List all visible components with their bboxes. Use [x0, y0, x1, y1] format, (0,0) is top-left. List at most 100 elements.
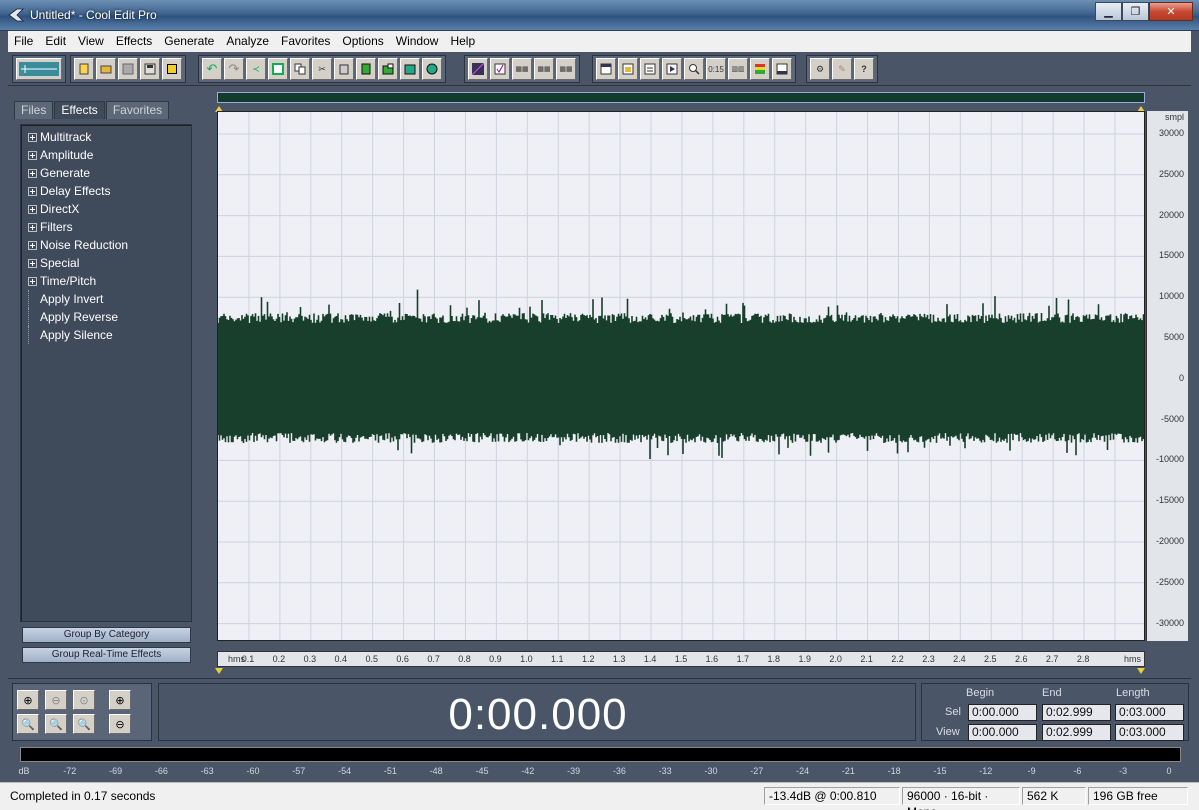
playlist-button[interactable]: [662, 58, 682, 80]
tab-effects[interactable]: Effects: [54, 101, 105, 119]
time-window-button[interactable]: 0:15: [706, 58, 726, 80]
minimize-button[interactable]: ▁: [1095, 2, 1122, 21]
cue-list-button[interactable]: [640, 58, 660, 80]
zoom-in-vertical-button[interactable]: ⊕: [109, 690, 131, 710]
copy-to-new-button[interactable]: [268, 58, 288, 80]
settings-button[interactable]: ⚙: [810, 58, 830, 80]
tree-item-amplitude[interactable]: Amplitude: [21, 146, 191, 164]
sel-length-field[interactable]: 0:03.000: [1115, 704, 1184, 721]
menu-analyze[interactable]: Analyze: [220, 31, 275, 52]
tree-item-filters[interactable]: Filters: [21, 218, 191, 236]
zoom-selection-button[interactable]: 🔍: [73, 714, 95, 734]
db-view-button[interactable]: ▦▦: [534, 58, 554, 80]
menu-file[interactable]: File: [8, 31, 39, 52]
sel-begin-field[interactable]: 0:00.000: [968, 704, 1037, 721]
group-realtime-effects-button[interactable]: Group Real-Time Effects: [22, 647, 191, 663]
level-meter-button[interactable]: [750, 58, 770, 80]
mix-paste-button[interactable]: [378, 58, 398, 80]
tree-item-noise-reduction[interactable]: Noise Reduction: [21, 236, 191, 254]
group-by-category-button[interactable]: Group By Category: [22, 627, 191, 643]
waveform-overview-bar[interactable]: [217, 92, 1145, 103]
status-format[interactable]: 96000 · 16-bit · Mono: [902, 787, 1020, 810]
tree-item-apply-silence[interactable]: Apply Silence: [21, 326, 191, 344]
view-end-field[interactable]: 0:02.999: [1042, 724, 1111, 741]
zoom-out-button[interactable]: ⊖: [45, 690, 67, 710]
save-as-button[interactable]: [140, 58, 160, 80]
menu-options[interactable]: Options: [336, 31, 389, 52]
level-meter-icon: [755, 64, 765, 74]
expand-plus-icon[interactable]: [28, 186, 37, 196]
zoom-full-button[interactable]: ⊙: [73, 690, 95, 710]
zoom-left-button[interactable]: 🔍: [17, 714, 39, 734]
expand-plus-icon[interactable]: [28, 276, 37, 286]
organizer-window-button[interactable]: [618, 58, 638, 80]
transport-icon: [776, 63, 788, 75]
menu-effects[interactable]: Effects: [110, 31, 158, 52]
expand-plus-icon[interactable]: [28, 258, 37, 268]
trim-button[interactable]: [400, 58, 420, 80]
expand-plus-icon[interactable]: [28, 132, 37, 142]
menu-favorites[interactable]: Favorites: [275, 31, 336, 52]
zoom-out-vertical-button[interactable]: ⊖: [109, 714, 131, 734]
tree-item-time-pitch[interactable]: Time/Pitch: [21, 272, 191, 290]
repeat-button[interactable]: ≺: [246, 58, 266, 80]
view-length-field[interactable]: 0:03.000: [1115, 724, 1184, 741]
insert-button[interactable]: [422, 58, 442, 80]
time-tick-label: 0.9: [489, 654, 502, 664]
paste-button[interactable]: [334, 58, 354, 80]
menu-edit[interactable]: Edit: [39, 31, 72, 52]
expand-plus-icon[interactable]: [28, 204, 37, 214]
scripts-button[interactable]: ✎: [832, 58, 852, 80]
amplitude-unit-label: smpl: [1164, 112, 1184, 122]
help-button[interactable]: ?: [854, 58, 874, 80]
redo-button[interactable]: ↷: [224, 58, 244, 80]
tree-item-multitrack[interactable]: Multitrack: [21, 128, 191, 146]
cut-button[interactable]: ✂: [312, 58, 332, 80]
save-selection-button[interactable]: [162, 58, 182, 80]
close-button[interactable]: ✕: [1149, 2, 1193, 21]
time-ruler[interactable]: hms hms 0.1 0.2 0.3 0.4 0.5 0.6 0.7 0.8 0.9 1.0 1.…: [217, 651, 1145, 667]
hz-view-button[interactable]: ▦▦: [512, 58, 532, 80]
zoom-in-button[interactable]: ⊕: [17, 690, 39, 710]
tree-item-apply-invert[interactable]: Apply Invert: [21, 290, 191, 308]
marker-bottom-left-icon[interactable]: [215, 668, 223, 674]
zoom-right-button[interactable]: 🔍: [45, 714, 67, 734]
tree-item-apply-reverse[interactable]: Apply Reverse: [21, 308, 191, 326]
tree-item-generate[interactable]: Generate: [21, 164, 191, 182]
new-file-button[interactable]: [74, 58, 94, 80]
expand-plus-icon[interactable]: [28, 168, 37, 178]
level-meter-bar[interactable]: [20, 747, 1181, 762]
expand-plus-icon[interactable]: [28, 150, 37, 160]
open-file-button[interactable]: [96, 58, 116, 80]
menu-window[interactable]: Window: [390, 31, 445, 52]
samples-view-button[interactable]: ▦▦: [556, 58, 576, 80]
save-button[interactable]: [118, 58, 138, 80]
waveform-display[interactable]: [217, 111, 1145, 641]
waveform-window-button[interactable]: [596, 58, 616, 80]
zoom-window-button[interactable]: [684, 58, 704, 80]
tree-item-directx[interactable]: DirectX: [21, 200, 191, 218]
paste-new-button[interactable]: [356, 58, 376, 80]
envelope-button[interactable]: [468, 58, 488, 80]
selection-view-panel: Begin End Length Sel 0:00.000 0:02.999 0…: [921, 683, 1189, 741]
spectral-button[interactable]: [490, 58, 510, 80]
copy-button[interactable]: [290, 58, 310, 80]
menu-generate[interactable]: Generate: [158, 31, 220, 52]
menu-help[interactable]: Help: [444, 31, 481, 52]
expand-plus-icon[interactable]: [28, 240, 37, 250]
transport-window-button[interactable]: [772, 58, 792, 80]
multitrack-toggle-button[interactable]: [16, 58, 62, 80]
undo-button[interactable]: ↶: [202, 58, 222, 80]
tree-item-delay-effects[interactable]: Delay Effects: [21, 182, 191, 200]
marker-bottom-right-icon[interactable]: [1137, 668, 1145, 674]
frequency-analysis-button[interactable]: ▥▥: [728, 58, 748, 80]
view-begin-field[interactable]: 0:00.000: [968, 724, 1037, 741]
expand-plus-icon[interactable]: [28, 222, 37, 232]
tab-favorites[interactable]: Favorites: [105, 101, 170, 119]
sel-end-field[interactable]: 0:02.999: [1042, 704, 1111, 721]
tab-files[interactable]: Files: [14, 101, 54, 119]
tree-item-label: Multitrack: [40, 130, 92, 144]
menu-view[interactable]: View: [72, 31, 110, 52]
maximize-button[interactable]: ❐: [1122, 2, 1149, 21]
tree-item-special[interactable]: Special: [21, 254, 191, 272]
